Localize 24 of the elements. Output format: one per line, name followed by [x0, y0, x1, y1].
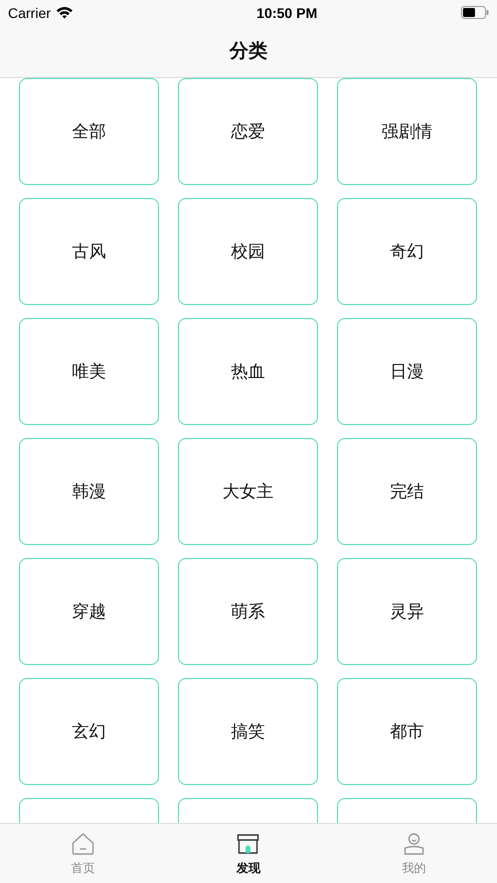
carrier-name: Carrier: [8, 4, 51, 20]
category-card[interactable]: 校园: [178, 198, 318, 305]
category-card[interactable]: 完结: [337, 438, 477, 545]
category-card[interactable]: 日漫: [337, 318, 477, 425]
status-time: 10:50 PM: [256, 4, 318, 20]
category-card[interactable]: 奇幻: [337, 198, 477, 305]
category-card[interactable]: 搞笑: [178, 678, 318, 785]
category-card[interactable]: 强剧情: [337, 78, 477, 185]
category-card[interactable]: 恋爱: [178, 78, 318, 185]
category-card[interactable]: 韩漫: [19, 438, 159, 545]
page-title: 分类: [230, 39, 268, 64]
category-card[interactable]: 玄幻: [19, 678, 159, 785]
tab-bar-item[interactable]: 发现: [198, 824, 298, 883]
category-card[interactable]: 萌系: [178, 558, 318, 665]
battery-icon: [460, 6, 489, 19]
category-card[interactable]: 热血: [178, 318, 318, 425]
category-card[interactable]: 大女主: [178, 438, 318, 545]
category-card[interactable]: 灵异: [337, 558, 477, 665]
category-card[interactable]: 唯美: [19, 318, 159, 425]
category-card[interactable]: 都市: [337, 678, 477, 785]
category-card[interactable]: 全部: [19, 78, 159, 185]
category-card[interactable]: 古风: [19, 198, 159, 305]
wifi-icon: [56, 6, 73, 19]
category-card[interactable]: 穿越: [19, 558, 159, 665]
